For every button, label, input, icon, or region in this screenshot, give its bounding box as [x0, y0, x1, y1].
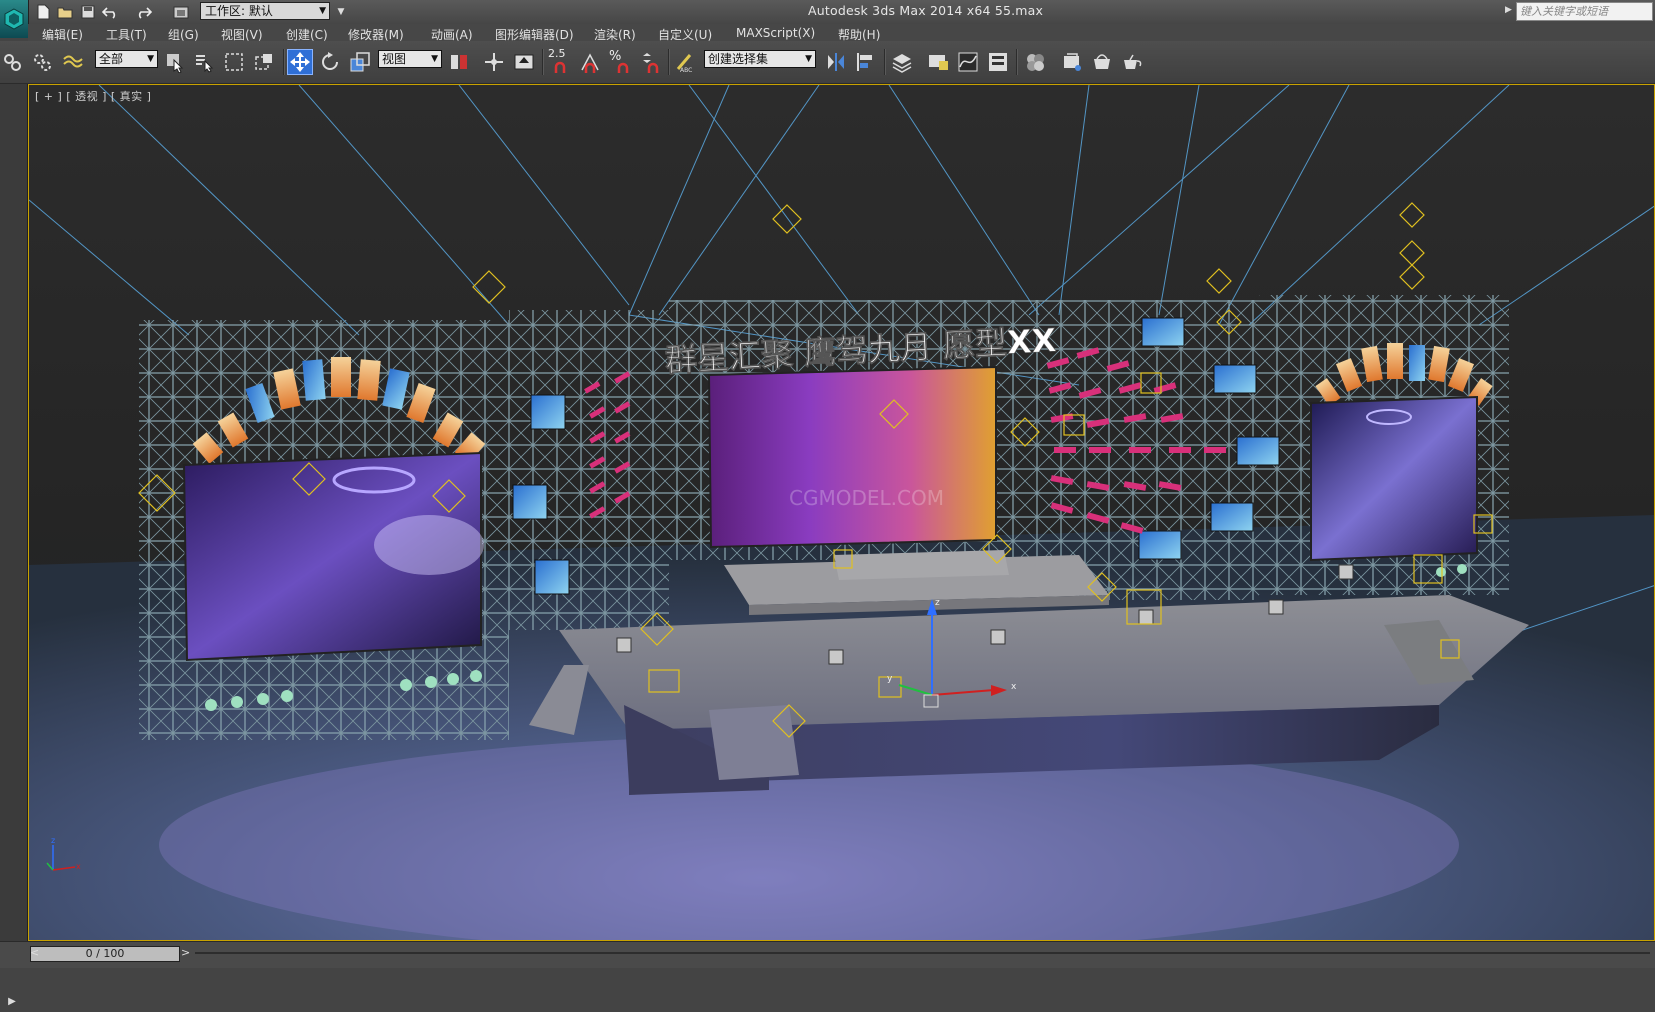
render-setup-icon[interactable] [1059, 49, 1085, 75]
toolbar-divider [283, 49, 285, 75]
workspace-label: 工作区: 默认 [205, 4, 273, 18]
perspective-viewport[interactable]: 群星汇聚 鹰驾九月 愿型XX x z y CGMODEL.COM z x [+… [28, 84, 1655, 941]
percent-icon: % [609, 49, 622, 64]
viewport-scene: 群星汇聚 鹰驾九月 愿型XX x z y CGMODEL.COM z x [29, 85, 1654, 940]
toolbar-divider [884, 49, 886, 75]
next-frame-button[interactable]: > [181, 946, 193, 962]
pivot-center-icon[interactable] [446, 49, 472, 75]
toolbar-divider [542, 49, 544, 75]
3dsmax-logo-icon [4, 8, 24, 30]
mirror-icon[interactable] [823, 49, 849, 75]
time-slider[interactable]: 0 / 100 [30, 946, 180, 962]
open-file-icon[interactable] [56, 3, 74, 21]
reference-coordinate-dropdown[interactable]: 视图 ▼ [378, 50, 442, 68]
select-and-scale-icon[interactable] [347, 49, 373, 75]
expand-arrow-icon[interactable]: ▶ [1505, 5, 1512, 15]
selection-filter-value: 全部 [99, 52, 124, 66]
spinner-snap-icon[interactable] [637, 49, 663, 75]
workspace-dropdown[interactable]: 工作区: 默认 ▼ [200, 2, 330, 20]
menu-bar: 编辑(E) 工具(T) 组(G) 视图(V) 创建(C) 修改器(M) 动画(A… [28, 24, 1655, 42]
select-and-link-icon[interactable] [0, 49, 26, 75]
toolbar-divider [1016, 49, 1018, 75]
percent-snap-icon[interactable]: % [607, 49, 633, 75]
time-slider-bar: 0 / 100 < > [0, 941, 1655, 968]
angle-snap-icon[interactable] [577, 49, 603, 75]
layer-manager-icon[interactable] [889, 49, 915, 75]
new-file-icon[interactable] [34, 3, 52, 21]
left-command-strip: ▶ [0, 84, 28, 1007]
graphite-ribbon-icon[interactable] [925, 49, 951, 75]
rendered-frame-window-icon[interactable] [1089, 49, 1115, 75]
chevron-down-icon: ▼ [805, 54, 812, 64]
time-track[interactable] [195, 952, 1650, 954]
tripod-x-label: x [76, 862, 81, 871]
select-and-rotate-icon[interactable] [317, 49, 343, 75]
bind-to-space-warp-icon[interactable] [60, 49, 86, 75]
material-editor-icon[interactable] [1022, 49, 1048, 75]
main-toolbar: 全部 ▼ 视图 ▼ 2.5 % ABC 创建选择集 ▼ [0, 41, 1655, 84]
search-input[interactable]: 键入关键字或短语 [1516, 2, 1653, 21]
expand-panel-icon[interactable]: ▶ [2, 992, 22, 1012]
named-selection-value: 创建选择集 [708, 52, 769, 66]
title-bar: 工作区: 默认 ▼ ▼ Autodesk 3ds Max 2014 x64 55… [0, 0, 1655, 38]
named-selection-dropdown[interactable]: 创建选择集 ▼ [704, 50, 816, 68]
undo-icon[interactable] [101, 3, 119, 21]
toolbar-divider [668, 49, 670, 75]
frame-counter: 0 / 100 [85, 947, 125, 960]
render-production-icon[interactable] [1119, 49, 1145, 75]
chevron-down-icon: ▼ [147, 54, 154, 64]
unlink-selection-icon[interactable] [30, 49, 56, 75]
menu-maxscript[interactable]: MAXScript(X) [736, 26, 815, 40]
schematic-view-icon[interactable] [985, 49, 1011, 75]
watermark: CGMODEL.COM [789, 486, 944, 510]
quick-access-dropdown-icon[interactable]: ▼ [332, 3, 350, 21]
svg-text:ABC: ABC [680, 67, 692, 73]
gizmo-x-label: x [1011, 682, 1017, 692]
select-and-move-icon[interactable] [287, 49, 313, 75]
project-folder-icon[interactable] [172, 3, 190, 21]
window-crossing-icon[interactable] [251, 49, 277, 75]
chevron-down-icon: ▼ [319, 6, 326, 16]
chevron-down-icon: ▼ [431, 54, 438, 64]
selection-filter-dropdown[interactable]: 全部 ▼ [95, 50, 158, 68]
window-title: Autodesk 3ds Max 2014 x64 55.max [808, 3, 1044, 18]
select-manipulate-icon[interactable] [481, 49, 507, 75]
redo-icon[interactable] [135, 3, 153, 21]
gizmo-z-label: z [935, 598, 940, 608]
curve-editor-icon[interactable] [955, 49, 981, 75]
reference-coordinate-value: 视图 [382, 52, 407, 66]
save-file-icon[interactable] [79, 3, 97, 21]
gizmo-y-label: y [887, 674, 893, 684]
align-icon[interactable] [853, 49, 879, 75]
edit-named-selection-icon[interactable]: ABC [672, 49, 698, 75]
app-menu-button[interactable] [0, 0, 29, 38]
viewport-label[interactable]: [ + ] [ 透视 ] [ 真实 ] [35, 88, 151, 104]
select-by-name-icon[interactable] [191, 49, 217, 75]
select-object-icon[interactable] [162, 49, 188, 75]
keyboard-shortcut-override-icon[interactable] [511, 49, 537, 75]
tripod-z-label: z [51, 836, 55, 845]
rectangular-selection-icon[interactable] [221, 49, 247, 75]
snaps-toggle-icon[interactable]: 2.5 [546, 47, 572, 75]
snaps-toggle-label: 2.5 [548, 47, 566, 60]
previous-frame-button[interactable]: < [30, 946, 39, 959]
